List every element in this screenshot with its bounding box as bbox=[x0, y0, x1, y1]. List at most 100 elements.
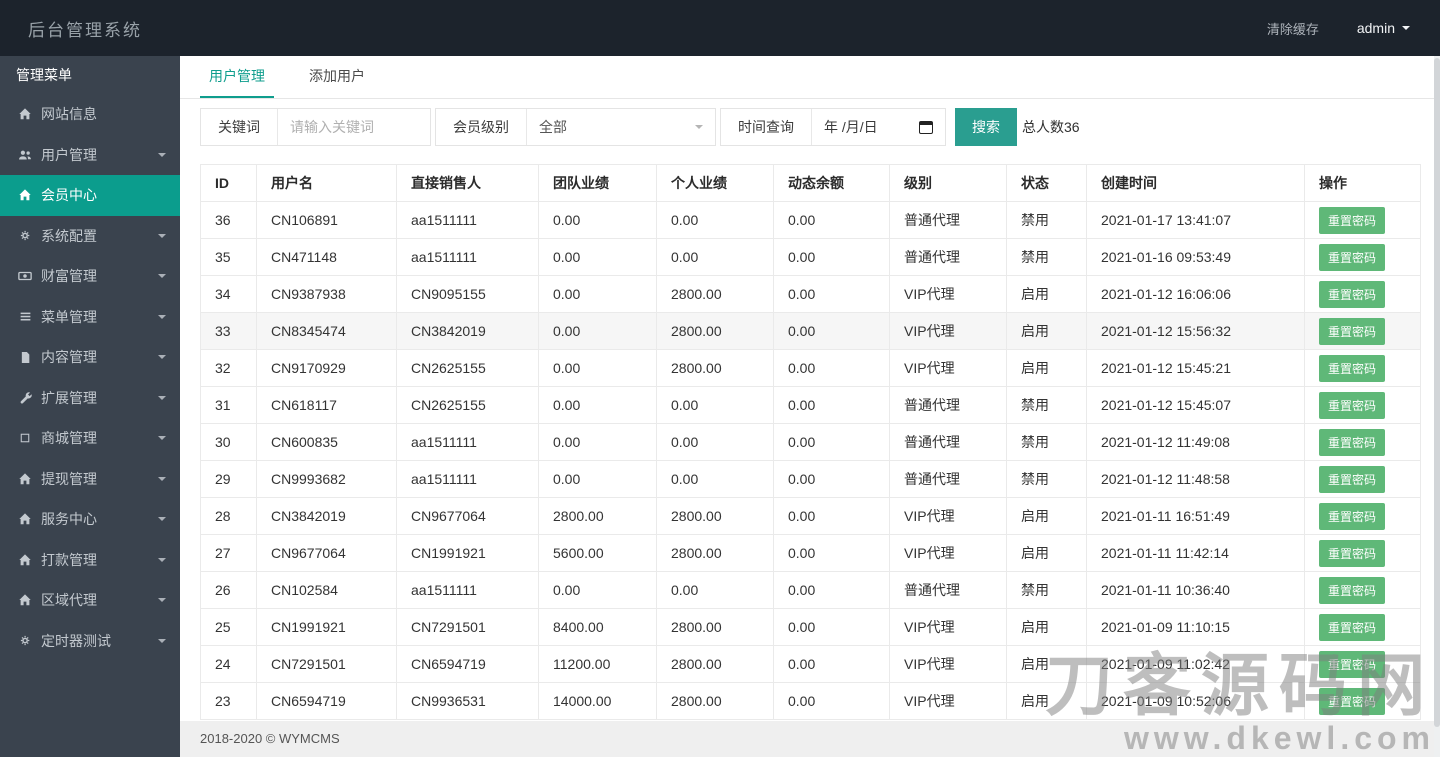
table-cell: aa1511111 bbox=[396, 460, 539, 498]
table-cell: 启用 bbox=[1006, 275, 1087, 313]
reset-password-button[interactable]: 重置密码 bbox=[1319, 613, 1386, 641]
member-level-filter-group: 会员级别 全部 bbox=[435, 108, 716, 146]
table-cell: 0.00 bbox=[773, 682, 890, 720]
sidebar-item-1[interactable]: 网站信息 bbox=[0, 94, 180, 135]
table-cell: VIP代理 bbox=[889, 349, 1007, 387]
sidebar-item-label: 财富管理 bbox=[41, 268, 97, 285]
reset-password-button[interactable]: 重置密码 bbox=[1319, 465, 1386, 493]
chevron-down-icon bbox=[1402, 26, 1410, 34]
table-cell: 2800.00 bbox=[656, 312, 774, 350]
main-content: 用户管理 添加用户 关键词 会员级别 全部 时间查询 bbox=[180, 56, 1440, 757]
table-cell-actions: 重置密码 bbox=[1304, 645, 1421, 683]
table-cell: CN106891 bbox=[256, 201, 397, 239]
table-cell: CN1991921 bbox=[256, 608, 397, 646]
home-icon bbox=[16, 593, 34, 607]
reset-password-button[interactable]: 重置密码 bbox=[1319, 354, 1386, 382]
chevron-down-icon bbox=[158, 436, 166, 444]
table-cell: 2021-01-09 10:52:06 bbox=[1086, 682, 1305, 720]
admin-username: admin bbox=[1356, 20, 1395, 36]
table-cell: CN2625155 bbox=[396, 349, 539, 387]
table-cell: 2021-01-09 11:02:42 bbox=[1086, 645, 1305, 683]
sidebar-item-10[interactable]: 提现管理 bbox=[0, 459, 180, 500]
table-cell: 0.00 bbox=[538, 571, 657, 609]
search-button[interactable]: 搜索 bbox=[955, 108, 1017, 146]
table-body: 36 CN106891 aa1511111 0.00 0.00 0.00 普通代理 禁用 202… bbox=[200, 201, 1421, 720]
table-cell: 0.00 bbox=[538, 386, 657, 424]
home-icon bbox=[16, 512, 34, 526]
reset-password-button[interactable]: 重置密码 bbox=[1319, 428, 1386, 456]
scrollbar-thumb[interactable] bbox=[1434, 58, 1440, 727]
tab-user-management[interactable]: 用户管理 bbox=[200, 56, 274, 98]
copyright-text: 2018-2020 © WYMCMS bbox=[200, 731, 340, 746]
table-cell: 普通代理 bbox=[889, 238, 1007, 276]
table-cell: 0.00 bbox=[538, 349, 657, 387]
admin-app-window: 后台管理系统 清除缓存 admin 管理菜单 网站信息 用户管理 会员中心 系统配置财… bbox=[0, 0, 1440, 757]
table-cell: CN9095155 bbox=[396, 275, 539, 313]
sidebar-item-label: 用户管理 bbox=[41, 146, 97, 163]
reset-password-button[interactable]: 重置密码 bbox=[1319, 391, 1386, 419]
table-cell: CN600835 bbox=[256, 423, 397, 461]
table-cell: 0.00 bbox=[773, 497, 890, 535]
vertical-scrollbar[interactable] bbox=[1434, 56, 1440, 757]
table-cell: 0.00 bbox=[773, 534, 890, 572]
table-cell: aa1511111 bbox=[396, 423, 539, 461]
table-cell: 0.00 bbox=[773, 201, 890, 239]
table-cell: aa1511111 bbox=[396, 238, 539, 276]
sidebar-item-6[interactable]: 菜单管理 bbox=[0, 297, 180, 338]
keyword-input[interactable] bbox=[278, 109, 430, 145]
reset-password-button[interactable]: 重置密码 bbox=[1319, 650, 1386, 678]
table-cell: 普通代理 bbox=[889, 201, 1007, 239]
clear-cache-button[interactable]: 清除缓存 bbox=[1267, 19, 1319, 38]
calendar-icon[interactable] bbox=[919, 120, 933, 134]
table-cell: 2021-01-12 15:45:07 bbox=[1086, 386, 1305, 424]
table-cell: 2021-01-12 11:49:08 bbox=[1086, 423, 1305, 461]
table-cell: 0.00 bbox=[773, 275, 890, 313]
table-cell: 25 bbox=[200, 608, 257, 646]
reset-password-button[interactable]: 重置密码 bbox=[1319, 243, 1386, 271]
reset-password-button[interactable]: 重置密码 bbox=[1319, 206, 1386, 234]
admin-menu[interactable]: admin bbox=[1357, 20, 1410, 36]
reset-password-button[interactable]: 重置密码 bbox=[1319, 576, 1386, 604]
sidebar-item-12[interactable]: 打款管理 bbox=[0, 540, 180, 581]
sidebar-item-9[interactable]: 商城管理 bbox=[0, 418, 180, 459]
sidebar-item-8[interactable]: 扩展管理 bbox=[0, 378, 180, 419]
sidebar-item-label: 服务中心 bbox=[41, 511, 97, 528]
chevron-down-icon bbox=[158, 355, 166, 363]
sidebar-item-3[interactable]: 会员中心 bbox=[0, 175, 180, 216]
sidebar-item-2[interactable]: 用户管理 bbox=[0, 135, 180, 176]
sidebar-item-label: 内容管理 bbox=[41, 349, 97, 366]
sidebar-item-13[interactable]: 区域代理 bbox=[0, 580, 180, 621]
sidebar-item-14[interactable]: 定时器测试 bbox=[0, 621, 180, 662]
member-level-label: 会员级别 bbox=[436, 109, 527, 145]
reset-password-button[interactable]: 重置密码 bbox=[1319, 687, 1386, 715]
table-cell-actions: 重置密码 bbox=[1304, 423, 1421, 461]
sidebar-item-5[interactable]: 财富管理 bbox=[0, 256, 180, 297]
table-cell: CN6594719 bbox=[256, 682, 397, 720]
sidebar-item-4[interactable]: 系统配置 bbox=[0, 216, 180, 257]
table-cell: CN3842019 bbox=[396, 312, 539, 350]
file-icon bbox=[16, 351, 34, 364]
tab-add-user[interactable]: 添加用户 bbox=[300, 56, 374, 98]
table-cell-actions: 重置密码 bbox=[1304, 201, 1421, 239]
sidebar-item-label: 会员中心 bbox=[41, 187, 97, 204]
table-cell: 2021-01-12 15:56:32 bbox=[1086, 312, 1305, 350]
gears-icon bbox=[16, 229, 34, 242]
table-header-row: ID 用户名 直接销售人 团队业绩 个人业绩 动态余额 级别 状态 创建时间 操作 bbox=[200, 164, 1421, 202]
table-cell: VIP代理 bbox=[889, 497, 1007, 535]
member-level-select[interactable]: 全部 bbox=[527, 109, 715, 145]
table-cell: 14000.00 bbox=[538, 682, 657, 720]
reset-password-button[interactable]: 重置密码 bbox=[1319, 502, 1386, 530]
topbar-right: 清除缓存 admin bbox=[1267, 19, 1410, 38]
reset-password-button[interactable]: 重置密码 bbox=[1319, 280, 1386, 308]
table-cell: CN9993682 bbox=[256, 460, 397, 498]
date-input[interactable]: 年 /月/日 bbox=[812, 109, 945, 145]
sidebar-item-11[interactable]: 服务中心 bbox=[0, 499, 180, 540]
reset-password-button[interactable]: 重置密码 bbox=[1319, 317, 1386, 345]
reset-password-button[interactable]: 重置密码 bbox=[1319, 539, 1386, 567]
home-icon bbox=[16, 553, 34, 567]
sidebar-item-label: 定时器测试 bbox=[41, 632, 111, 649]
sidebar-item-7[interactable]: 内容管理 bbox=[0, 337, 180, 378]
table-cell-actions: 重置密码 bbox=[1304, 571, 1421, 609]
table-row: 31 CN618117 CN2625155 0.00 0.00 0.00 普通代理 禁用 202… bbox=[200, 386, 1421, 424]
table-cell: 11200.00 bbox=[538, 645, 657, 683]
